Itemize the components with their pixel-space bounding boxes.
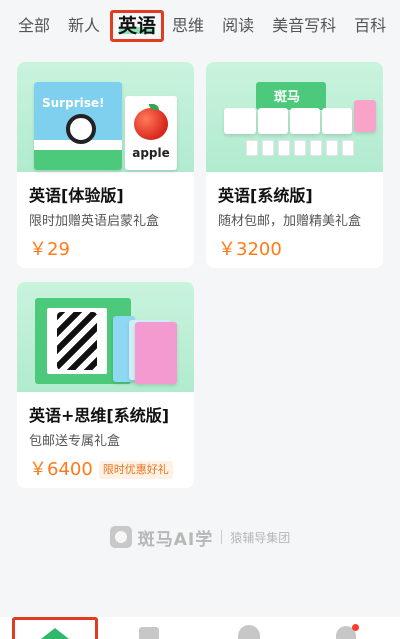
gift-box-image: 斑马: [256, 82, 326, 110]
flashcard-image: apple: [125, 96, 177, 170]
zebra-icon: [57, 312, 97, 370]
notification-dot: [352, 624, 359, 631]
brand-footer: 斑马AI学 猿辅导集团: [0, 523, 400, 551]
tab-encyclopedia[interactable]: 百科: [354, 15, 386, 37]
category-tabs: 全部 新人 英语 思维 阅读 美音写科 百科: [0, 0, 400, 52]
book-title-text: Surprise!: [42, 96, 105, 110]
book-cover-image: Surprise!: [34, 82, 122, 170]
divider: [221, 530, 223, 544]
brand-name: 斑马AI学: [137, 529, 214, 550]
box-brand-text: 斑马: [274, 90, 301, 105]
apple-icon: [134, 108, 168, 140]
product-title: 英语[体验版]: [29, 186, 124, 205]
product-description: 随材包邮，加赠精美礼盒: [218, 214, 362, 229]
zebra-icon: [66, 114, 96, 144]
product-price: ￥29: [29, 239, 70, 260]
flashcard-word: apple: [132, 146, 170, 160]
product-card-english-trial[interactable]: Surprise! apple 英语[体验版] 限时加赠英语启蒙礼盒 ￥29: [17, 62, 194, 268]
chat-icon[interactable]: [238, 625, 260, 639]
product-title: 英语+思维[系统版]: [29, 406, 170, 425]
product-card-english-system[interactable]: 斑马 英语[系统版] 随材包邮，加赠精美礼盒 ￥3200: [206, 62, 383, 268]
tab-thinking[interactable]: 思维: [172, 15, 204, 37]
tab-reading[interactable]: 阅读: [222, 15, 254, 37]
product-thumbnail: Surprise! apple: [17, 62, 194, 172]
product-title: 英语[系统版]: [218, 186, 313, 205]
tab-all[interactable]: 全部: [18, 15, 50, 37]
brand-group: 猿辅导集团: [230, 530, 291, 545]
product-price: ￥3200: [218, 239, 282, 260]
promo-badge: 限时优惠好礼: [98, 461, 173, 479]
home-icon: [41, 628, 69, 639]
product-price: ￥6400: [29, 459, 93, 480]
tab-art-writing-science[interactable]: 美音写科: [272, 15, 336, 37]
product-thumbnail: [17, 282, 194, 392]
tab-english[interactable]: 英语: [110, 10, 165, 42]
nav-home-button[interactable]: [12, 617, 98, 639]
book-icon[interactable]: [139, 627, 159, 639]
product-card-english-thinking-system[interactable]: 英语+思维[系统版] 包邮送专属礼盒 ￥6400 限时优惠好礼: [17, 282, 194, 488]
tab-new-user[interactable]: 新人: [68, 15, 100, 37]
brand-logo-icon: [109, 526, 132, 548]
product-thumbnail: 斑马: [206, 62, 383, 172]
product-description: 包邮送专属礼盒: [29, 434, 121, 449]
product-description: 限时加赠英语启蒙礼盒: [29, 214, 160, 229]
